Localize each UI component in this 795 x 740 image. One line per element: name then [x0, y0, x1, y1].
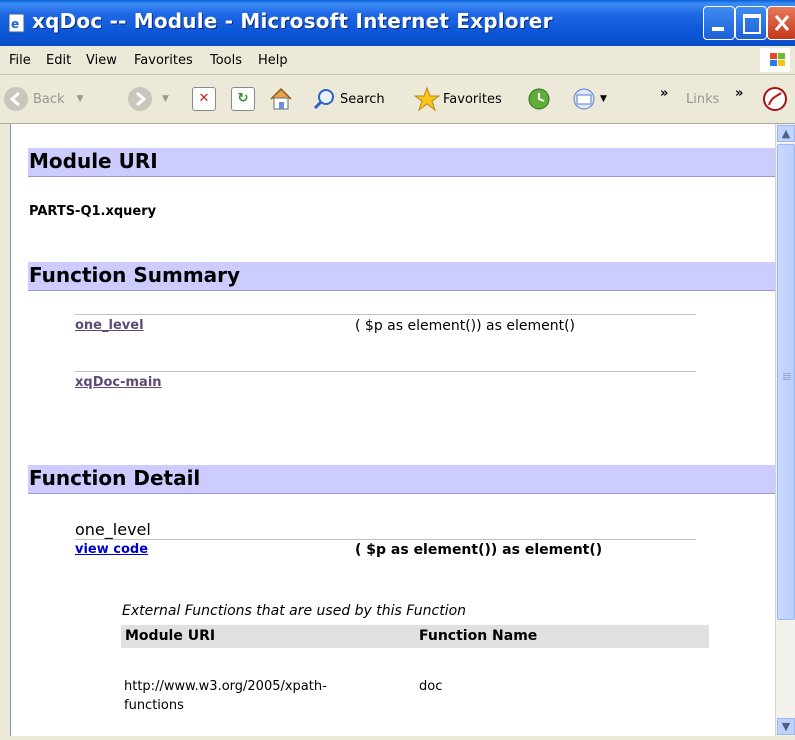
back-button[interactable]: Back ▼	[4, 85, 83, 113]
back-arrow-icon	[4, 87, 28, 111]
view-code-link[interactable]: view code	[75, 542, 148, 557]
scrollbar-thumb[interactable]	[777, 144, 795, 620]
search-button[interactable]: Search	[312, 85, 385, 113]
forward-button[interactable]: ▼	[128, 85, 169, 113]
windows-logo-icon	[760, 48, 790, 72]
mail-dropdown-icon: ▼	[600, 94, 607, 104]
links-chevron[interactable]: »	[735, 79, 743, 107]
summary-link-one-level[interactable]: one_level	[75, 318, 144, 333]
function-summary-heading: Function Summary	[29, 263, 241, 287]
history-button[interactable]	[526, 85, 552, 113]
module-uri-value: PARTS-Q1.xquery	[29, 204, 157, 219]
pdf-button[interactable]	[762, 85, 788, 113]
pdf-icon	[763, 87, 787, 111]
external-functions-caption: External Functions that are used by this…	[122, 603, 467, 619]
close-button[interactable]	[767, 6, 795, 40]
minimize-button[interactable]	[703, 6, 735, 40]
home-button[interactable]	[268, 85, 294, 113]
close-icon	[774, 15, 790, 31]
forward-dropdown-icon: ▼	[162, 94, 169, 104]
function-detail-heading: Function Detail	[29, 466, 201, 490]
vertical-scrollbar[interactable]: ▲ ▼	[775, 124, 795, 736]
summary-link-xqdoc-main[interactable]: xqDoc-main	[75, 375, 162, 390]
table-header-module-uri: Module URI	[121, 625, 415, 648]
search-icon	[313, 89, 334, 110]
forward-arrow-icon	[128, 87, 152, 111]
search-label: Search	[340, 91, 385, 107]
menu-favorites[interactable]: Favorites	[134, 53, 193, 68]
detail-divider	[75, 539, 696, 540]
toolbar-chevron[interactable]: »	[660, 79, 668, 107]
section-bar-module-uri: Module URI	[28, 148, 775, 177]
menu-help[interactable]: Help	[258, 53, 288, 68]
module-uri-heading: Module URI	[29, 149, 158, 173]
table-cell-uri-line1: http://www.w3.org/2005/xpath-	[124, 679, 327, 694]
summary-divider	[75, 371, 696, 372]
summary-signature-one-level: ( $p as element()) as element()	[355, 318, 576, 334]
menu-edit[interactable]: Edit	[46, 53, 71, 68]
scroll-down-arrow-icon[interactable]: ▼	[777, 718, 795, 735]
back-label: Back	[33, 91, 65, 107]
table-cell-uri-line2: functions	[124, 698, 184, 713]
star-icon	[414, 86, 440, 112]
ie-page-icon: e	[8, 13, 25, 33]
mail-icon	[573, 88, 595, 110]
menu-view[interactable]: View	[86, 53, 117, 68]
mail-button[interactable]: ▼	[571, 85, 607, 113]
window-title: xqDoc -- Module - Microsoft Internet Exp…	[32, 9, 553, 33]
refresh-icon: ↻	[231, 87, 255, 111]
history-icon	[528, 88, 550, 110]
browser-window: e xqDoc -- Module - Microsoft Internet E…	[0, 0, 795, 740]
favorites-label: Favorites	[443, 91, 502, 107]
stop-button[interactable]: ✕	[192, 85, 216, 113]
detail-signature: ( $p as element()) as element()	[355, 542, 603, 558]
menu-tools[interactable]: Tools	[210, 53, 242, 68]
favorites-button[interactable]: Favorites	[414, 85, 502, 113]
table-header-function-name: Function Name	[415, 625, 709, 648]
links-button[interactable]: Links	[686, 85, 719, 113]
menu-bar: File Edit View Favorites Tools Help	[0, 46, 795, 75]
section-bar-function-summary: Function Summary	[28, 262, 775, 291]
title-bar[interactable]: e xqDoc -- Module - Microsoft Internet E…	[0, 0, 795, 46]
home-icon	[270, 87, 292, 110]
scrollbar-grip	[783, 373, 791, 374]
refresh-button[interactable]: ↻	[231, 85, 255, 113]
scroll-up-arrow-icon[interactable]: ▲	[777, 125, 795, 142]
summary-divider	[75, 314, 696, 315]
table-cell-function: doc	[419, 679, 443, 694]
section-bar-function-detail: Function Detail	[28, 465, 775, 494]
maximize-button[interactable]	[735, 6, 767, 40]
menu-file[interactable]: File	[9, 53, 31, 68]
toolbar: Back ▼ ▼ ✕ ↻ Search Favorites ▼ » Links …	[0, 75, 795, 124]
detail-function-name: one_level	[75, 520, 151, 539]
svg-text:e: e	[11, 17, 19, 31]
stop-icon: ✕	[192, 87, 216, 111]
back-dropdown-icon: ▼	[76, 94, 84, 104]
